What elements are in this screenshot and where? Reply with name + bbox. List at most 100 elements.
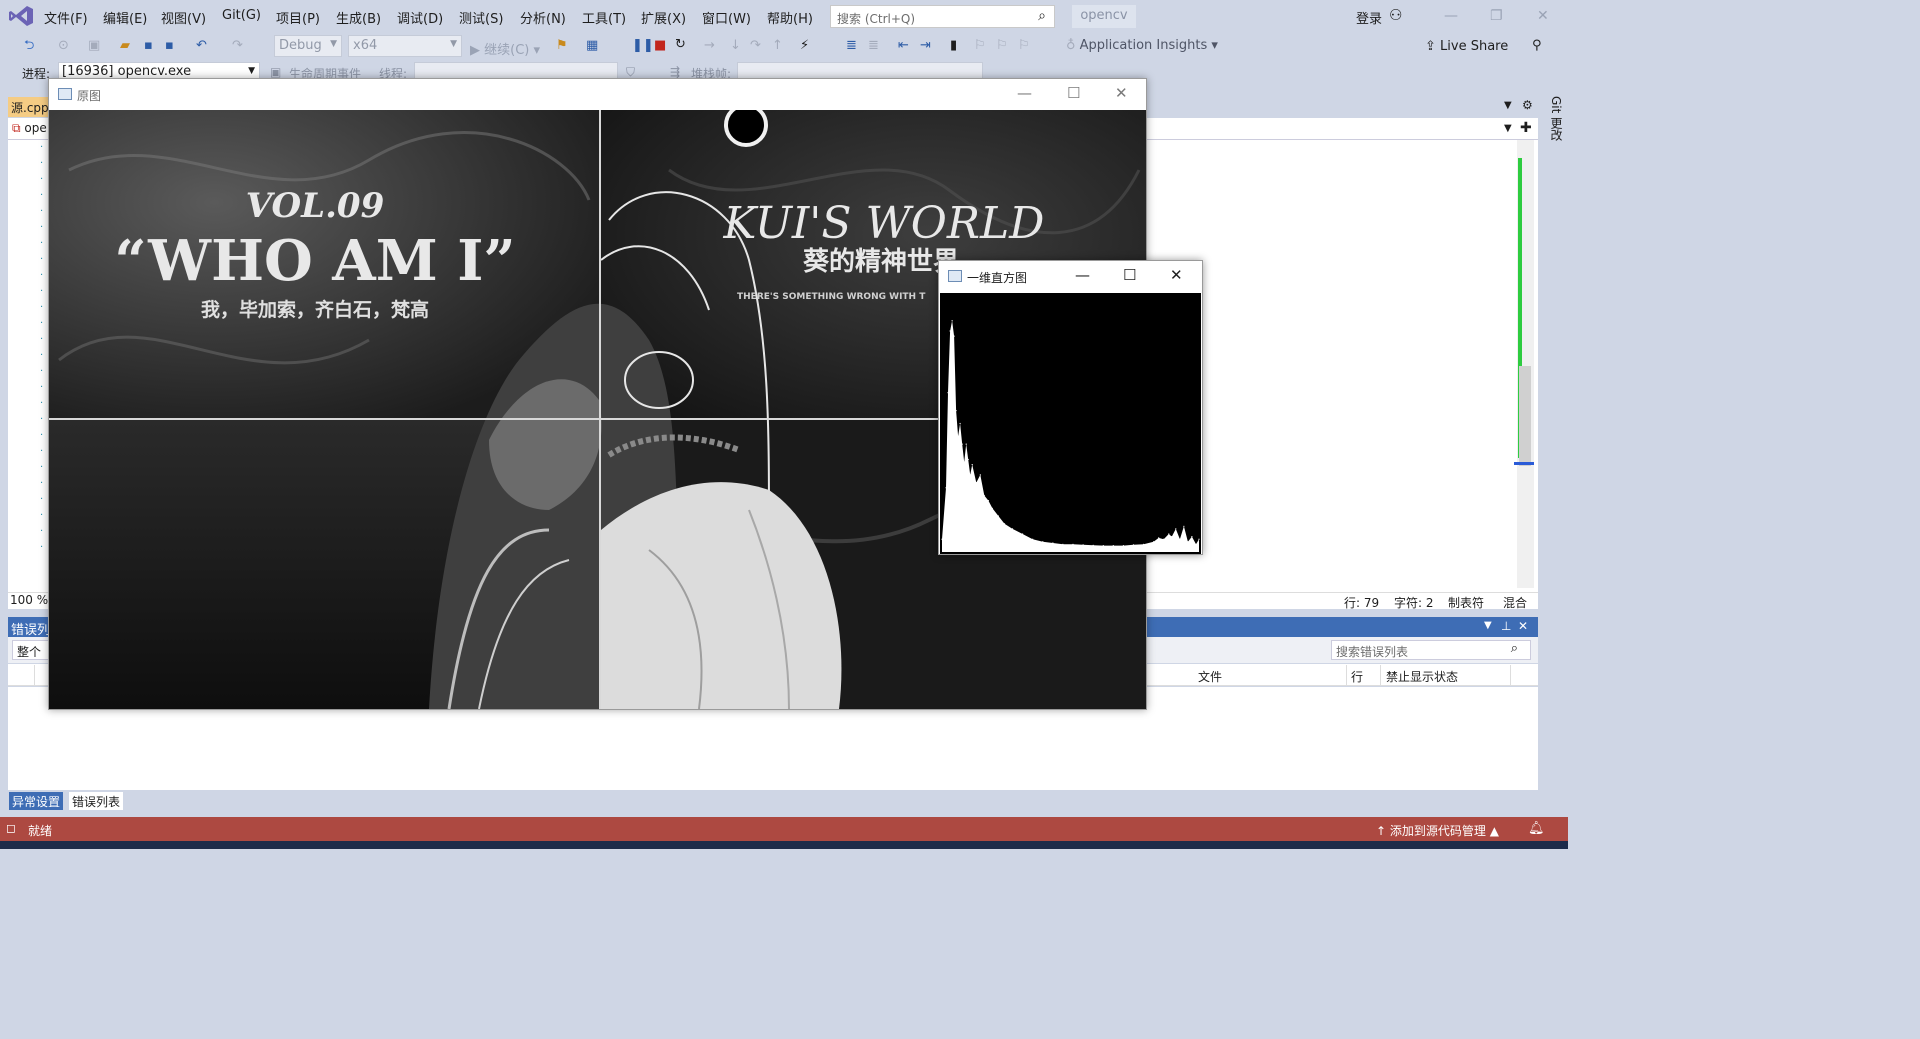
line-number: · [40,446,44,457]
histogram-point [951,320,953,322]
menu-tools[interactable]: 工具(T) [582,8,626,27]
histogram-window[interactable]: 一维直方图 — ☐ ✕ [938,260,1203,555]
chevron-down-icon: ▼ [248,66,255,76]
restart-icon[interactable]: ↻ [675,38,686,52]
hot-reload-icon[interactable]: ⚡ [800,39,809,53]
search-input[interactable]: 搜索 (Ctrl+Q) ⌕ [830,5,1055,28]
minimize-icon[interactable]: — [1017,84,1032,102]
zoom-level[interactable]: 100 % [10,593,48,607]
window-titlebar[interactable]: 原图 — ☐ ✕ [49,79,1146,110]
redo-icon[interactable]: ↷ [232,39,243,53]
project-nav-dropdown[interactable]: ⧉ ope [12,121,47,136]
next-bookmark-icon[interactable]: ⚐ [996,39,1008,53]
prev-bookmark-icon[interactable]: ⚐ [974,39,986,53]
output-icon[interactable]: ◻ [6,821,16,835]
pin-icon[interactable]: ⊥ [1501,619,1511,633]
tab-dropdown-icon[interactable]: ▼ [1504,100,1512,111]
member-nav-dropdown-icon[interactable]: ▼ [1504,123,1512,134]
maximize-icon[interactable]: ☐ [1123,266,1136,284]
tab-mode-indicator[interactable]: 制表符 [1448,594,1484,611]
char-indicator[interactable]: 字符: 2 [1394,594,1434,611]
error-search-input[interactable]: 搜索错误列表 ⌕ [1331,640,1531,660]
histogram-point [1032,538,1034,540]
live-share-button[interactable]: ⇪ Live Share [1425,39,1508,54]
comment-icon[interactable]: ≣ [846,39,857,53]
menu-test[interactable]: 测试(S) [459,8,503,27]
step-into-icon[interactable]: ↓ [730,39,741,53]
line-indicator[interactable]: 行: 79 [1344,594,1379,611]
column-line[interactable]: 行 [1351,668,1363,685]
save-all-icon[interactable]: ▪ [165,39,174,53]
menu-help[interactable]: 帮助(H) [767,8,813,27]
undo-icon[interactable]: ↶ [196,39,207,53]
show-next-statement-icon[interactable]: → [704,39,715,53]
add-user-icon[interactable]: ⚇ [1389,6,1402,24]
notifications-icon[interactable]: 🔔︎ [1528,821,1545,836]
line-ending-indicator[interactable]: 混合 [1503,594,1527,611]
attach-icon[interactable]: ⚑ [556,39,568,53]
tab-error-list[interactable]: 错误列表 [69,792,124,810]
platform-select[interactable]: x64 ▼ [348,35,462,57]
document-tab-source[interactable]: 源.cpp [8,97,50,117]
minimize-icon[interactable]: — [1075,266,1090,284]
menu-view[interactable]: 视图(V) [161,8,206,27]
line-number: · [40,206,44,217]
forward-icon[interactable]: ⊙ [58,39,69,53]
maximize-icon[interactable]: ☐ [1067,84,1080,102]
column-file[interactable]: 文件 [1198,668,1222,685]
minimize-icon[interactable]: — [1444,8,1458,24]
share-icon: ⇪ [1425,39,1441,54]
panel-close-icon[interactable]: ✕ [1518,619,1528,633]
back-icon[interactable]: ⮌ [24,39,34,53]
close-icon[interactable]: ✕ [1537,8,1549,24]
menu-git[interactable]: Git(G) [222,8,261,23]
error-scope-select[interactable]: 整个解 [12,640,52,660]
tab-exception-settings[interactable]: 异常设置 [9,792,64,810]
restore-icon[interactable]: ❐ [1490,8,1503,24]
lifecycle-icon[interactable]: ▣ [270,65,281,79]
settings-icon[interactable]: ⚙ [1522,98,1533,112]
configuration-select[interactable]: Debug ▼ [274,35,342,57]
menu-debug[interactable]: 调试(D) [397,8,443,27]
scrollbar-thumb[interactable] [1519,366,1531,466]
histogram-point [947,392,949,394]
menu-analyze[interactable]: 分析(N) [520,8,566,27]
bookmark-icon[interactable]: ▮ [950,39,957,53]
step-out-icon[interactable]: ↑ [772,39,783,53]
menu-window[interactable]: 窗口(W) [702,8,751,27]
outdent-icon[interactable]: ⇤ [898,39,909,53]
uncomment-icon[interactable]: ≣ [868,39,879,53]
project-icon: ⧉ [12,121,21,135]
git-changes-side-tab[interactable]: Git 更改 [1541,96,1565,156]
continue-button[interactable]: ▶ 继续(C) ▾ [470,39,540,58]
step-over-icon[interactable]: ↷ [750,39,761,53]
pause-icon[interactable]: ❚❚ [632,39,654,53]
stack-icon[interactable]: ⇶ [670,65,680,79]
visual-studio-logo-icon[interactable] [8,5,34,27]
menu-build[interactable]: 生成(B) [336,8,381,27]
column-suppression[interactable]: 禁止显示状态 [1386,668,1458,685]
application-insights-button[interactable]: ♁ Application Insights ▾ [1066,38,1218,53]
feedback-icon[interactable]: ⚲ [1532,39,1542,53]
split-editor-icon[interactable]: ✚ [1520,120,1532,136]
line-number: · [40,334,44,345]
login-link[interactable]: 登录 [1356,8,1382,27]
indent-icon[interactable]: ⇥ [920,39,931,53]
solution-name-badge[interactable]: opencv [1072,5,1136,28]
line-number: · [40,462,44,473]
menu-extensions[interactable]: 扩展(X) [641,8,686,27]
save-icon[interactable]: ▪ [144,39,153,53]
panel-dropdown-icon[interactable]: ▼ [1484,620,1492,631]
open-folder-icon[interactable]: ▰ [120,39,130,53]
add-to-source-control-button[interactable]: ↑ 添加到源代码管理 ▲ [1376,822,1499,839]
menu-project[interactable]: 项目(P) [276,8,320,27]
stop-icon[interactable]: ■ [654,39,666,53]
menu-file[interactable]: 文件(F) [44,8,88,27]
menu-edit[interactable]: 编辑(E) [103,8,147,27]
screenshot-icon[interactable]: ▦ [586,39,598,53]
clear-bookmarks-icon[interactable]: ⚐ [1018,39,1030,53]
close-icon[interactable]: ✕ [1170,266,1183,284]
window-titlebar[interactable]: 一维直方图 — ☐ ✕ [939,261,1202,293]
close-icon[interactable]: ✕ [1115,84,1128,102]
new-project-icon[interactable]: ▣ [88,39,100,53]
